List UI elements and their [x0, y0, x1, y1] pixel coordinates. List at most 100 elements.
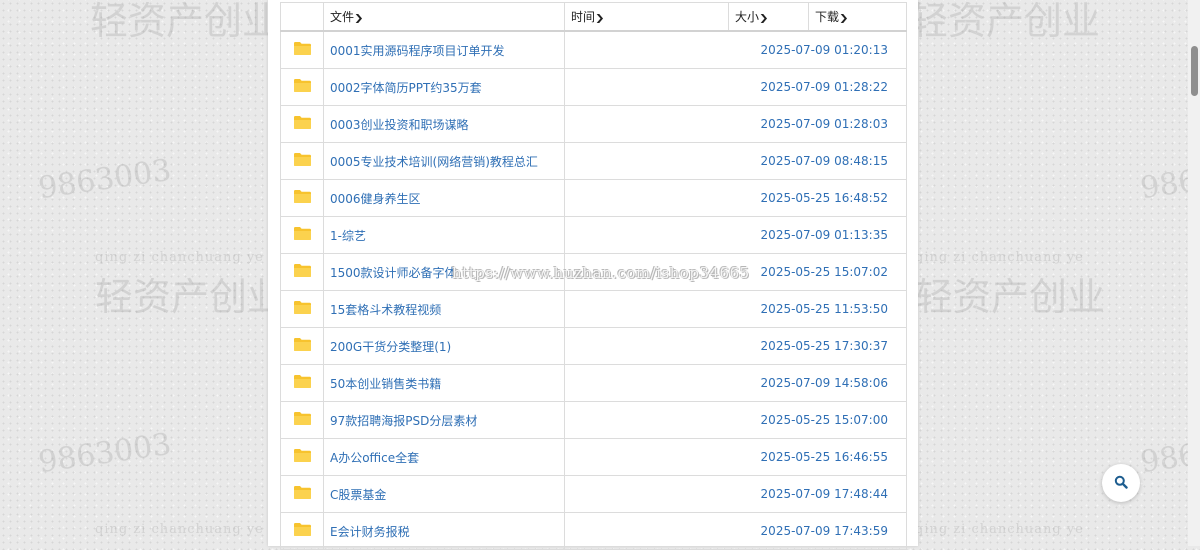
folder-link[interactable]: 0005专业技术培训(网络营销)教程总汇	[330, 155, 538, 169]
chevron-down-icon: ❯	[838, 14, 849, 24]
time-cell: 2025-05-25 16:46:55	[564, 438, 907, 476]
brand-watermark: 轻资产创业	[915, 275, 1106, 319]
header-label: 文件	[330, 10, 355, 24]
icon-cell	[280, 290, 324, 328]
file-table: 文件❯ 时间❯ 大小❯ 下载❯ 0001实用源码程序项目订单开发 2025-07-…	[280, 2, 907, 550]
icon-cell	[280, 216, 324, 254]
file-name-cell: 0005专业技术培训(网络营销)教程总汇	[323, 142, 565, 180]
pinyin-watermark: qing zi chanchuang ye	[915, 250, 1084, 265]
folder-link[interactable]: C股票基金	[330, 488, 386, 502]
folder-link[interactable]: A办公office全套	[330, 451, 419, 465]
scrollbar-thumb[interactable]	[1191, 46, 1198, 96]
folder-icon	[293, 152, 312, 170]
file-name-cell: A办公office全套	[323, 438, 565, 476]
folder-link[interactable]: 0006健身养生区	[330, 192, 421, 206]
table-row: 1500款设计师必备字体 2025-05-25 15:07:02	[280, 253, 907, 291]
modified-time: 2025-07-09 17:48:44	[760, 487, 888, 501]
file-name-cell: 0001实用源码程序项目订单开发	[323, 30, 565, 69]
pinyin-watermark: qing zi chanchuang ye	[915, 522, 1084, 537]
icon-column-header	[280, 2, 324, 32]
icon-cell	[280, 68, 324, 106]
file-name-cell: 15套格斗术教程视频	[323, 290, 565, 328]
modified-time: 2025-05-25 16:48:52	[760, 191, 888, 205]
chevron-down-icon: ❯	[758, 14, 769, 24]
folder-link[interactable]: 1500款设计师必备字体	[330, 266, 457, 280]
table-header-row: 文件❯ 时间❯ 大小❯ 下载❯	[280, 2, 907, 32]
file-rows: 0001实用源码程序项目订单开发 2025-07-09 01:20:13 0002字…	[280, 30, 907, 550]
search-button[interactable]	[1102, 464, 1140, 502]
folder-link[interactable]: 50本创业销售类书籍	[330, 377, 441, 391]
modified-time: 2025-07-09 01:13:35	[760, 228, 888, 242]
file-name-cell: 1-综艺	[323, 216, 565, 254]
file-name-cell: 50本创业销售类书籍	[323, 364, 565, 402]
icon-cell	[280, 438, 324, 476]
table-row: 0006健身养生区 2025-05-25 16:48:52	[280, 179, 907, 217]
icon-cell	[280, 512, 324, 550]
folder-icon	[293, 189, 312, 207]
time-cell: 2025-07-09 01:20:13	[564, 30, 907, 69]
table-row: 15套格斗术教程视频 2025-05-25 11:53:50	[280, 290, 907, 328]
table-row: 0002字体简历PPT约35万套 2025-07-09 01:28:22	[280, 68, 907, 106]
file-name-cell: 97款招聘海报PSD分层素材	[323, 401, 565, 439]
folder-link[interactable]: E会计财务报税	[330, 525, 410, 539]
modified-time: 2025-07-09 08:48:15	[760, 154, 888, 168]
icon-cell	[280, 179, 324, 217]
icon-cell	[280, 364, 324, 402]
table-row: 97款招聘海报PSD分层素材 2025-05-25 15:07:00	[280, 401, 907, 439]
folder-link[interactable]: 15套格斗术教程视频	[330, 303, 441, 317]
folder-icon	[293, 522, 312, 540]
folder-link[interactable]: 0001实用源码程序项目订单开发	[330, 44, 505, 58]
table-row: 50本创业销售类书籍 2025-07-09 14:58:06	[280, 364, 907, 402]
icon-cell	[280, 475, 324, 513]
folder-icon	[293, 485, 312, 503]
time-cell: 2025-07-09 17:48:44	[564, 475, 907, 513]
time-cell: 2025-07-09 17:43:59	[564, 512, 907, 550]
folder-link[interactable]: 200G干货分类整理(1)	[330, 340, 451, 354]
sort-by-time-header[interactable]: 时间❯	[564, 2, 729, 32]
header-label: 下载	[815, 10, 840, 24]
time-cell: 2025-05-25 11:53:50	[564, 290, 907, 328]
sort-by-size-header[interactable]: 大小❯	[728, 2, 809, 32]
scrollbar-track[interactable]	[1188, 0, 1200, 546]
folder-link[interactable]: 1-综艺	[330, 229, 366, 243]
chevron-down-icon: ❯	[594, 14, 605, 24]
modified-time: 2025-05-25 11:53:50	[760, 302, 888, 316]
time-cell: 2025-07-09 01:28:22	[564, 68, 907, 106]
modified-time: 2025-05-25 15:07:00	[760, 413, 888, 427]
modified-time: 2025-05-25 15:07:02	[760, 265, 888, 279]
icon-cell	[280, 401, 324, 439]
time-cell: 2025-05-25 15:07:02	[564, 253, 907, 291]
number-watermark: 9863003	[36, 426, 174, 481]
modified-time: 2025-07-09 01:28:03	[760, 117, 888, 131]
file-name-cell: E会计财务报税	[323, 512, 565, 550]
time-cell: 2025-07-09 01:28:03	[564, 105, 907, 143]
modified-time: 2025-07-09 01:28:22	[760, 80, 888, 94]
folder-icon	[293, 78, 312, 96]
folder-icon	[293, 411, 312, 429]
sort-by-download-header[interactable]: 下载❯	[808, 2, 907, 32]
icon-cell	[280, 30, 324, 69]
time-cell: 2025-07-09 14:58:06	[564, 364, 907, 402]
folder-icon	[293, 374, 312, 392]
file-name-cell: 0002字体简历PPT约35万套	[323, 68, 565, 106]
sort-by-file-header[interactable]: 文件❯	[323, 2, 565, 32]
modified-time: 2025-05-25 16:46:55	[760, 450, 888, 464]
table-row: E会计财务报税 2025-07-09 17:43:59	[280, 512, 907, 550]
folder-icon	[293, 263, 312, 281]
pinyin-watermark: qing zi chanchuang ye	[95, 250, 264, 265]
file-name-cell: 1500款设计师必备字体	[323, 253, 565, 291]
folder-icon	[293, 226, 312, 244]
folder-icon	[293, 300, 312, 318]
folder-link[interactable]: 0003创业投资和职场谋略	[330, 118, 469, 132]
time-cell: 2025-07-09 01:13:35	[564, 216, 907, 254]
brand-watermark: 轻资产创业	[910, 0, 1101, 43]
search-icon	[1114, 474, 1128, 493]
folder-link[interactable]: 0002字体简历PPT约35万套	[330, 81, 482, 95]
folder-link[interactable]: 97款招聘海报PSD分层素材	[330, 414, 477, 428]
table-row: A办公office全套 2025-05-25 16:46:55	[280, 438, 907, 476]
number-watermark: 9863003	[36, 152, 174, 207]
modified-time: 2025-07-09 14:58:06	[760, 376, 888, 390]
folder-icon	[293, 41, 312, 59]
time-cell: 2025-07-09 08:48:15	[564, 142, 907, 180]
chevron-down-icon: ❯	[353, 14, 364, 24]
